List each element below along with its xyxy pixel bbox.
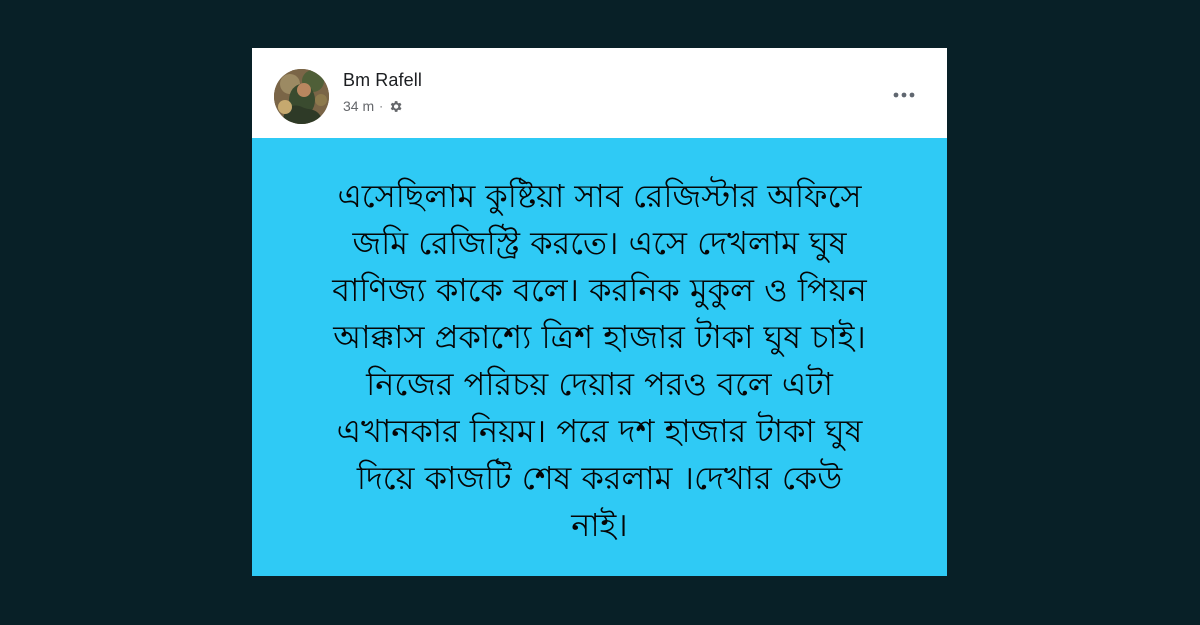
author-avatar[interactable] — [274, 69, 329, 124]
more-options-icon — [892, 84, 916, 103]
meta-separator: · — [379, 99, 384, 113]
post-timestamp[interactable]: 34 m — [343, 98, 374, 114]
post-content: এসেছিলাম কুষ্টিয়া সাব রেজিস্টার অফিসে জ… — [252, 138, 947, 576]
facebook-post-card: Bm Rafell 34 m · এসেছিলাম কুষ্টিয়া সাব … — [252, 48, 947, 576]
gear-icon[interactable] — [388, 99, 403, 114]
post-meta: 34 m · — [343, 98, 403, 114]
author-name[interactable]: Bm Rafell — [343, 70, 422, 91]
more-options-button[interactable] — [889, 83, 919, 103]
post-message: এসেছিলাম কুষ্টিয়া সাব রেজিস্টার অফিসে জ… — [332, 177, 867, 544]
post-header: Bm Rafell 34 m · — [252, 48, 947, 138]
